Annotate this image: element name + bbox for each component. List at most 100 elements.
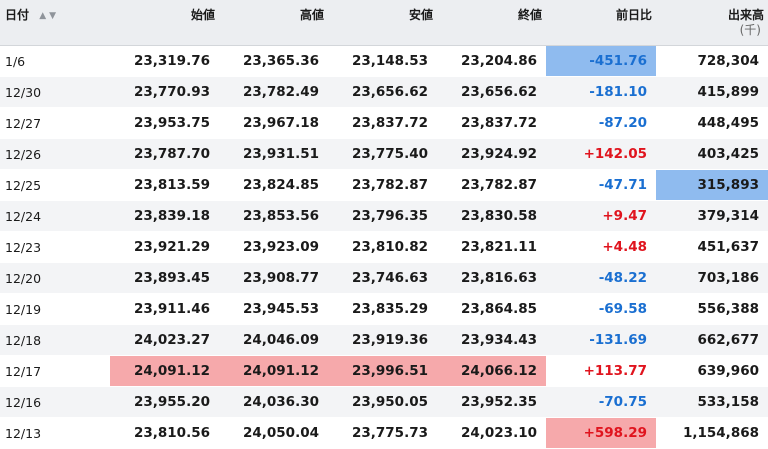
cell-open: 23,953.75 (110, 107, 219, 139)
cell-open: 23,955.20 (110, 386, 219, 418)
cell-low: 23,919.36 (328, 324, 437, 356)
table-row: 1/6 23,319.76 23,365.36 23,148.53 23,204.86-… (0, 45, 768, 77)
cell-change: -451.76 (546, 45, 656, 77)
cell-volume: 448,495 (656, 107, 768, 139)
cell-open: 23,319.76 (110, 45, 219, 77)
cell-high: 24,046.09 (219, 324, 328, 356)
cell-high: 23,365.36 (219, 45, 328, 77)
table-row: 12/20 23,893.45 23,908.77 23,746.63 23,816.6… (0, 262, 768, 294)
cell-volume: 639,960 (656, 355, 768, 387)
column-header-change: 前日比 (546, 0, 656, 46)
cell-change: +142.05 (546, 138, 656, 170)
cell-date: 12/19 (0, 293, 110, 325)
cell-high: 23,923.09 (219, 231, 328, 263)
cell-open: 23,770.93 (110, 76, 219, 108)
cell-volume: 451,637 (656, 231, 768, 263)
sort-arrows-icon[interactable]: ▲▼ (39, 9, 59, 24)
table-row: 12/19 23,911.46 23,945.53 23,835.29 23,864.8… (0, 293, 768, 325)
column-header-close: 終値 (437, 0, 546, 46)
cell-close: 23,837.72 (437, 107, 546, 139)
table-header-row: 日付 ▲▼ 始値 高値 安値 終値 前日比 出来高 (千) (0, 0, 768, 46)
cell-date: 12/23 (0, 231, 110, 263)
cell-low: 23,835.29 (328, 293, 437, 325)
column-header-volume: 出来高 (千) (656, 0, 768, 46)
cell-date: 12/18 (0, 324, 110, 356)
cell-change: -69.58 (546, 293, 656, 325)
cell-high: 24,050.04 (219, 417, 328, 449)
table-row: 12/26 23,787.70 23,931.51 23,775.40 23,924.9… (0, 138, 768, 170)
cell-open: 23,911.46 (110, 293, 219, 325)
table-row: 12/27 23,953.75 23,967.18 23,837.72 23,837.7… (0, 107, 768, 139)
cell-volume: 1,154,868 (656, 417, 768, 449)
column-header-date-label: 日付 (5, 8, 30, 22)
cell-close: 23,656.62 (437, 76, 546, 108)
table-row: 12/24 23,839.18 23,853.56 23,796.35 23,830.5… (0, 200, 768, 232)
cell-low: 23,775.40 (328, 138, 437, 170)
cell-close: 23,204.86 (437, 45, 546, 77)
cell-volume: 379,314 (656, 200, 768, 232)
cell-change: -48.22 (546, 262, 656, 294)
cell-high: 23,945.53 (219, 293, 328, 325)
volume-unit-label: (千) (739, 23, 761, 37)
cell-volume: 556,388 (656, 293, 768, 325)
cell-high: 24,036.30 (219, 386, 328, 418)
table-row: 12/17 24,091.12 24,091.12 23,996.51 24,066.1… (0, 355, 768, 387)
cell-close: 23,821.11 (437, 231, 546, 263)
cell-low: 23,996.51 (328, 355, 437, 387)
column-header-high: 高値 (219, 0, 328, 46)
cell-low: 23,775.73 (328, 417, 437, 449)
cell-open: 23,813.59 (110, 169, 219, 201)
table-row: 12/16 23,955.20 24,036.30 23,950.05 23,952.3… (0, 386, 768, 418)
cell-low: 23,796.35 (328, 200, 437, 232)
cell-open: 24,023.27 (110, 324, 219, 356)
cell-close: 24,023.10 (437, 417, 546, 449)
cell-change: -181.10 (546, 76, 656, 108)
cell-date: 12/20 (0, 262, 110, 294)
cell-close: 23,952.35 (437, 386, 546, 418)
column-header-open: 始値 (110, 0, 219, 46)
cell-high: 23,782.49 (219, 76, 328, 108)
cell-volume: 728,304 (656, 45, 768, 77)
cell-date: 12/27 (0, 107, 110, 139)
cell-close: 23,830.58 (437, 200, 546, 232)
cell-volume: 403,425 (656, 138, 768, 170)
cell-close: 23,864.85 (437, 293, 546, 325)
cell-date: 12/13 (0, 417, 110, 449)
table-row: 12/23 23,921.29 23,923.09 23,810.82 23,821.1… (0, 231, 768, 263)
cell-open: 23,921.29 (110, 231, 219, 263)
cell-volume: 315,893 (656, 169, 768, 201)
cell-date: 12/24 (0, 200, 110, 232)
cell-high: 23,824.85 (219, 169, 328, 201)
cell-open: 23,839.18 (110, 200, 219, 232)
column-header-date[interactable]: 日付 ▲▼ (0, 0, 110, 46)
cell-change: -70.75 (546, 386, 656, 418)
cell-close: 23,934.43 (437, 324, 546, 356)
cell-change: +4.48 (546, 231, 656, 263)
cell-low: 23,782.87 (328, 169, 437, 201)
cell-low: 23,950.05 (328, 386, 437, 418)
cell-date: 1/6 (0, 45, 110, 77)
cell-change: -131.69 (546, 324, 656, 356)
cell-change: +598.29 (546, 417, 656, 449)
cell-high: 23,967.18 (219, 107, 328, 139)
cell-date: 12/16 (0, 386, 110, 418)
cell-high: 23,931.51 (219, 138, 328, 170)
cell-high: 24,091.12 (219, 355, 328, 387)
cell-high: 23,853.56 (219, 200, 328, 232)
cell-low: 23,148.53 (328, 45, 437, 77)
cell-high: 23,908.77 (219, 262, 328, 294)
cell-close: 23,782.87 (437, 169, 546, 201)
table-row: 12/13 23,810.56 24,050.04 23,775.73 24,023.1… (0, 417, 768, 449)
cell-open: 23,787.70 (110, 138, 219, 170)
cell-date: 12/26 (0, 138, 110, 170)
cell-change: -47.71 (546, 169, 656, 201)
cell-open: 23,893.45 (110, 262, 219, 294)
cell-close: 24,066.12 (437, 355, 546, 387)
table-row: 12/18 24,023.27 24,046.09 23,919.36 23,934.4… (0, 324, 768, 356)
cell-volume: 662,677 (656, 324, 768, 356)
cell-close: 23,816.63 (437, 262, 546, 294)
cell-volume: 415,899 (656, 76, 768, 108)
cell-date: 12/30 (0, 76, 110, 108)
table-row: 12/25 23,813.59 23,824.85 23,782.87 23,782.8… (0, 169, 768, 201)
cell-low: 23,810.82 (328, 231, 437, 263)
